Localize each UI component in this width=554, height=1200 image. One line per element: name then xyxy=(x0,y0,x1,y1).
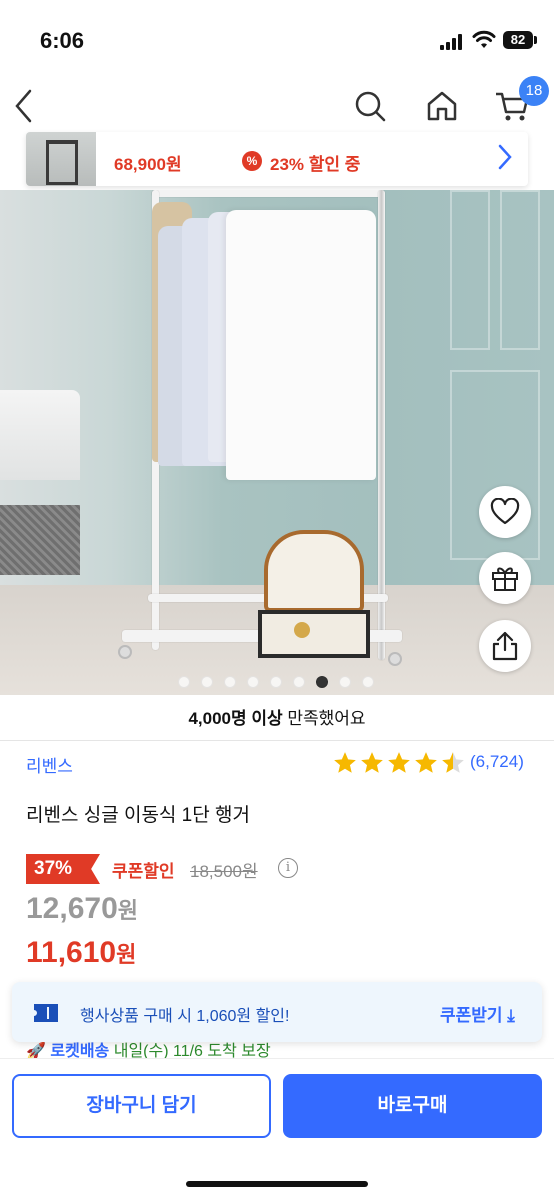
coupon-toast[interactable]: 행사상품 구매 시 1,060원 할인! 쿠폰받기 ⤓ xyxy=(12,982,542,1042)
chevron-right-icon xyxy=(498,144,512,170)
sale-price-value: 12,670 xyxy=(26,892,118,925)
star-icon xyxy=(361,752,383,773)
divider xyxy=(0,740,554,741)
rack-wheel xyxy=(118,645,132,659)
discount-badge: 37% xyxy=(26,854,100,884)
satisfaction-count: 4,000명 이상 xyxy=(188,709,283,728)
sofa-shape xyxy=(0,390,80,480)
wishlist-button[interactable] xyxy=(479,486,531,538)
share-button[interactable] xyxy=(479,620,531,672)
gallery-dot[interactable] xyxy=(270,676,282,688)
cart-count-badge: 18 xyxy=(519,76,549,106)
heart-icon xyxy=(490,498,520,525)
home-icon xyxy=(427,91,457,121)
gallery-dot[interactable] xyxy=(247,676,259,688)
banner-cut-text: ▔▔▔▔ ▔▔▔ ▔▔ ▔▔ ▔▔▔ ▔ ▔▔▔ ▔ xyxy=(114,132,362,140)
sticky-product-banner[interactable]: ▔▔▔▔ ▔▔▔ ▔▔ ▔▔ ▔▔▔ ▔ ▔▔▔ ▔ 68,900원 % 23%… xyxy=(26,132,528,186)
share-icon xyxy=(492,631,518,661)
gallery-dot[interactable] xyxy=(362,676,374,688)
rug-shape xyxy=(0,505,80,575)
search-button[interactable] xyxy=(348,84,392,128)
brand-link[interactable]: 리벤스 xyxy=(26,752,73,777)
wifi-icon xyxy=(472,30,496,48)
gallery-dot[interactable] xyxy=(293,676,305,688)
sale-price: 12,670원 xyxy=(26,892,138,926)
banner-discount: 23% 할인 중 xyxy=(270,155,361,174)
coupon-price-value: 11,610 xyxy=(26,936,117,969)
satisfaction-label: 만족했어요 xyxy=(282,709,366,728)
white-shirt-shape xyxy=(226,210,376,480)
search-icon xyxy=(355,91,386,122)
coupon-icon xyxy=(34,1004,58,1022)
status-time: 6:06 xyxy=(40,28,85,53)
product-image[interactable] xyxy=(0,190,554,695)
percent-icon: % xyxy=(242,151,262,171)
gallery-dot[interactable] xyxy=(224,676,236,688)
rack-wheel xyxy=(388,652,402,666)
signal-icon xyxy=(440,34,464,50)
bag-shape xyxy=(258,530,370,658)
star-icon xyxy=(388,752,410,773)
gift-icon xyxy=(492,567,518,591)
back-button[interactable] xyxy=(2,84,46,128)
gallery-dot[interactable] xyxy=(201,676,213,688)
rack-top-bar xyxy=(152,190,384,197)
battery-indicator: 82 xyxy=(503,31,533,49)
original-price: 18,500원 xyxy=(190,862,258,881)
product-title: 리벤스 싱글 이동식 1단 행거 xyxy=(26,805,250,826)
coupon-toast-text: 행사상품 구매 시 1,060원 할인! xyxy=(80,1008,290,1025)
gallery-dot[interactable] xyxy=(339,676,351,688)
gallery-dot[interactable] xyxy=(316,676,328,688)
gallery-dot[interactable] xyxy=(178,676,190,688)
coupon-price-unit: 원 xyxy=(116,942,137,967)
buy-now-button[interactable]: 바로구매 xyxy=(283,1074,542,1138)
bottom-action-bar: 장바구니 담기 바로구매 xyxy=(0,1058,554,1200)
gift-button[interactable] xyxy=(479,552,531,604)
wall-panel xyxy=(450,190,490,350)
add-to-cart-button[interactable]: 장바구니 담기 xyxy=(12,1074,271,1138)
banner-price: 68,900원 xyxy=(114,155,182,174)
satisfaction-text: 4,000명 이상 만족했어요 xyxy=(0,704,554,729)
chevron-left-icon xyxy=(15,89,32,123)
review-count-link[interactable]: (6,724) xyxy=(470,752,524,772)
sale-price-unit: 원 xyxy=(117,898,139,923)
top-nav xyxy=(0,80,554,132)
star-icon xyxy=(442,752,464,773)
rack-right-pole xyxy=(378,190,385,660)
star-icon xyxy=(334,752,356,773)
gallery-pagination[interactable] xyxy=(178,676,374,688)
home-button[interactable] xyxy=(420,84,464,128)
coupon-discount-label: 쿠폰할인 xyxy=(112,862,175,881)
get-coupon-button[interactable]: 쿠폰받기 ⤓ xyxy=(440,1001,515,1026)
info-icon[interactable]: i xyxy=(278,858,298,878)
wall-panel xyxy=(500,190,540,350)
status-bar: 6:06 82 xyxy=(0,0,554,80)
rating-stars xyxy=(332,750,466,776)
star-icon xyxy=(415,752,437,773)
banner-thumbnail xyxy=(26,132,96,186)
home-indicator[interactable] xyxy=(186,1181,368,1187)
coupon-price: 11,610원 xyxy=(26,936,136,970)
battery-tip xyxy=(534,36,537,44)
